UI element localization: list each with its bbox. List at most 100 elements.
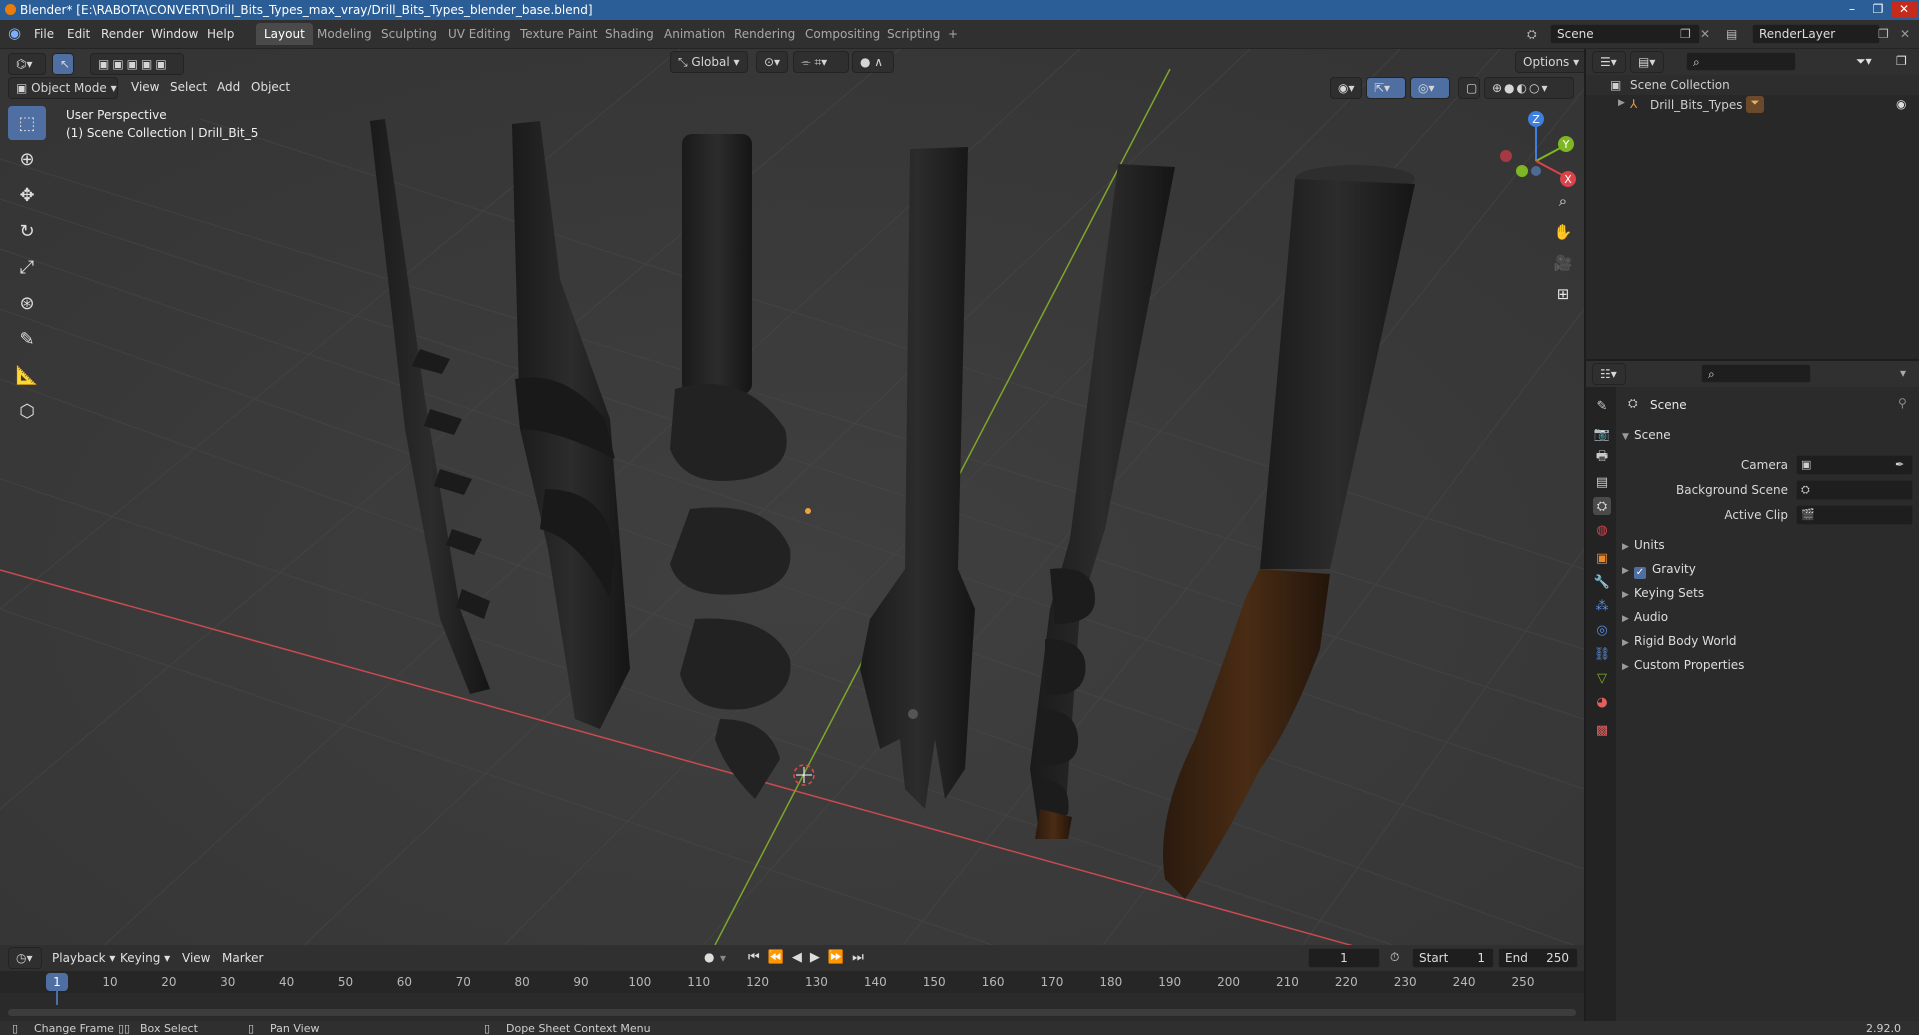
data-tab-icon[interactable]: ▽ xyxy=(1593,669,1611,687)
tab-scripting[interactable]: Scripting xyxy=(879,23,948,45)
constraints-tab-icon[interactable]: ⛓ xyxy=(1593,645,1611,663)
playback-controls[interactable]: ⏮⏪◀▶⏩⏭ xyxy=(748,950,872,965)
outliner-row-drill-bits[interactable]: ▶ ⅄ Drill_Bits_Types ⏷ ◉ xyxy=(1586,95,1919,115)
units-panel[interactable]: ▶ Units xyxy=(1622,538,1665,552)
timeline-ruler[interactable]: 1 10 20 30 40 50 60 70 80 90 100 110 120 130 140 150 160… xyxy=(0,971,1584,1005)
editor-type-button[interactable]: ⌬▾ xyxy=(8,53,46,75)
record-keyframe-icon[interactable]: ● xyxy=(704,950,714,964)
restore-icon[interactable]: ❐ xyxy=(1865,2,1891,18)
modifier-filter-icon[interactable]: ⏷ xyxy=(1746,96,1764,113)
viewport-menu-select[interactable]: Select xyxy=(170,80,207,94)
camera-field[interactable]: ▣ ✒ xyxy=(1796,455,1913,475)
gravity-checkbox[interactable]: ✓ xyxy=(1634,567,1646,579)
current-frame-field[interactable]: 1 xyxy=(1308,948,1380,968)
move-icon[interactable]: ✥ xyxy=(8,178,46,212)
keying-sets-panel[interactable]: ▶ Keying Sets xyxy=(1622,586,1704,600)
tab-texture-paint[interactable]: Texture Paint xyxy=(512,23,605,45)
transform-orientation-dropdown[interactable]: ⤡ Global ▾ xyxy=(670,51,748,73)
perspective-toggle-icon[interactable]: ⊞ xyxy=(1550,281,1576,307)
custom-properties-panel[interactable]: ▶ Custom Properties xyxy=(1622,658,1744,672)
snapping-icon[interactable]: ⌯ ⌗▾ xyxy=(793,51,849,73)
add-cube-icon[interactable]: ⬡ xyxy=(8,394,46,428)
selection-mode-group[interactable]: ▣▣▣▣▣ xyxy=(90,53,184,75)
view-layer-tab-icon[interactable]: ▤ xyxy=(1593,473,1611,491)
select-box-icon[interactable]: ⬚ xyxy=(8,106,46,140)
timeline-menu-marker[interactable]: Marker xyxy=(222,951,263,965)
menu-render[interactable]: Render xyxy=(101,27,144,41)
preview-range-clock-icon[interactable]: ⏱ xyxy=(1390,950,1399,965)
end-frame-field[interactable]: End 250 xyxy=(1498,948,1578,968)
camera-view-icon[interactable]: 🎥 xyxy=(1550,250,1576,276)
tool-tab-icon[interactable]: ✎ xyxy=(1593,397,1611,415)
world-tab-icon[interactable]: ◍ xyxy=(1593,521,1611,539)
shading-mode-group[interactable]: ⊕●◐○▾ xyxy=(1484,77,1574,99)
transform-icon[interactable]: ⊛ xyxy=(8,286,46,320)
gravity-panel[interactable]: ▶ ✓ Gravity xyxy=(1622,562,1696,579)
rotate-icon[interactable]: ↻ xyxy=(8,214,46,248)
tab-shading[interactable]: Shading xyxy=(597,23,662,45)
scene-selector-icon[interactable]: ⛭ xyxy=(1527,27,1537,42)
pan-hand-icon[interactable]: ✋ xyxy=(1550,219,1576,245)
new-render-layer-icon[interactable]: ❐ xyxy=(1878,27,1889,41)
gizmo-toggle-icon[interactable]: ⇱▾ xyxy=(1366,77,1406,99)
auto-key-options-icon[interactable]: ▾ xyxy=(720,951,726,965)
timeline-menu-keying[interactable]: Keying ▾ xyxy=(120,951,170,965)
new-scene-icon[interactable]: ❐ xyxy=(1680,27,1691,41)
material-tab-icon[interactable]: ◕ xyxy=(1593,693,1611,711)
properties-search-input[interactable]: ⌕ xyxy=(1701,364,1811,383)
3d-viewport[interactable]: ⌬▾ ↖ ▣▣▣▣▣ ⤡ Global ▾ ⊙▾ ⌯ ⌗▾ ● ∧ Option… xyxy=(0,49,1584,945)
options-dropdown[interactable]: Options ▾ xyxy=(1515,51,1584,73)
cursor-icon[interactable]: ⊕ xyxy=(8,142,46,176)
measure-icon[interactable]: 📐 xyxy=(8,358,46,392)
rigid-body-world-panel[interactable]: ▶ Rigid Body World xyxy=(1622,634,1737,648)
timeline-editor-type-icon[interactable]: ◷▾ xyxy=(8,947,42,969)
scene-tab-icon[interactable]: ⛭ xyxy=(1593,497,1611,515)
object-mode-dropdown[interactable]: ▣ Object Mode ▾ xyxy=(8,77,118,99)
tab-animation[interactable]: Animation xyxy=(656,23,733,45)
tab-compositing[interactable]: Compositing xyxy=(797,23,888,45)
eyedropper-icon[interactable]: ✒ xyxy=(1895,458,1904,471)
new-collection-icon[interactable]: ❐ xyxy=(1896,54,1907,68)
properties-editor-type-icon[interactable]: ☷▾ xyxy=(1592,363,1626,385)
tab-sculpting[interactable]: Sculpting xyxy=(373,23,445,45)
menu-edit[interactable]: Edit xyxy=(67,27,90,41)
texture-tab-icon[interactable]: ▩ xyxy=(1593,721,1611,739)
annotate-icon[interactable]: ✎ xyxy=(8,322,46,356)
timeline-scrollbar[interactable] xyxy=(8,1009,1576,1016)
menu-file[interactable]: File xyxy=(34,27,54,41)
background-scene-field[interactable]: ⛭ xyxy=(1796,480,1913,500)
viewport-menu-object[interactable]: Object xyxy=(251,80,290,94)
render-tab-icon[interactable]: 📷 xyxy=(1593,425,1611,443)
timeline-menu-playback[interactable]: Playback ▾ xyxy=(52,951,115,965)
expand-arrow-icon[interactable]: ▶ xyxy=(1618,98,1625,108)
timeline-menu-view[interactable]: View xyxy=(182,951,210,965)
close-icon[interactable]: ✕ xyxy=(1891,2,1917,18)
particles-tab-icon[interactable]: ⁂ xyxy=(1593,597,1611,615)
viewport-menu-add[interactable]: Add xyxy=(217,80,240,94)
tab-uv-editing[interactable]: UV Editing xyxy=(440,23,519,45)
select-tool-icon[interactable]: ↖ xyxy=(52,53,74,75)
physics-tab-icon[interactable]: ◎ xyxy=(1593,621,1611,639)
active-clip-field[interactable]: 🎬 xyxy=(1796,505,1913,525)
outliner-filter-icon[interactable]: ⏷▾ xyxy=(1856,54,1872,69)
audio-panel[interactable]: ▶ Audio xyxy=(1622,610,1668,624)
scale-icon[interactable]: ⤢ xyxy=(8,250,46,284)
properties-options-chevron-icon[interactable]: ▾ xyxy=(1900,366,1906,380)
modifier-tab-icon[interactable]: 🔧 xyxy=(1593,573,1611,591)
outliner-row-scene-collection[interactable]: ▣ Scene Collection xyxy=(1586,75,1919,95)
render-layer-icon[interactable]: ▤ xyxy=(1726,27,1737,41)
outliner-display-mode-icon[interactable]: ▤▾ xyxy=(1630,51,1664,73)
scene-section-header[interactable]: ▼ Scene xyxy=(1622,428,1671,442)
outliner-search-input[interactable]: ⌕ xyxy=(1686,52,1796,71)
start-frame-field[interactable]: Start 1 xyxy=(1412,948,1494,968)
outliner-editor-type-icon[interactable]: ☰▾ xyxy=(1592,51,1626,73)
blender-menu-icon[interactable]: ◉ xyxy=(8,24,21,42)
viewport-menu-view[interactable]: View xyxy=(131,80,159,94)
object-tab-icon[interactable]: ▣ xyxy=(1593,549,1611,567)
menu-help[interactable]: Help xyxy=(207,27,234,41)
visibility-icon[interactable]: ◉▾ xyxy=(1330,77,1362,99)
output-tab-icon[interactable]: 🖶 xyxy=(1593,449,1611,467)
menu-window[interactable]: Window xyxy=(151,27,198,41)
xray-toggle-icon[interactable]: ▢ xyxy=(1458,77,1480,99)
pin-icon[interactable]: ⚲ xyxy=(1898,396,1907,410)
